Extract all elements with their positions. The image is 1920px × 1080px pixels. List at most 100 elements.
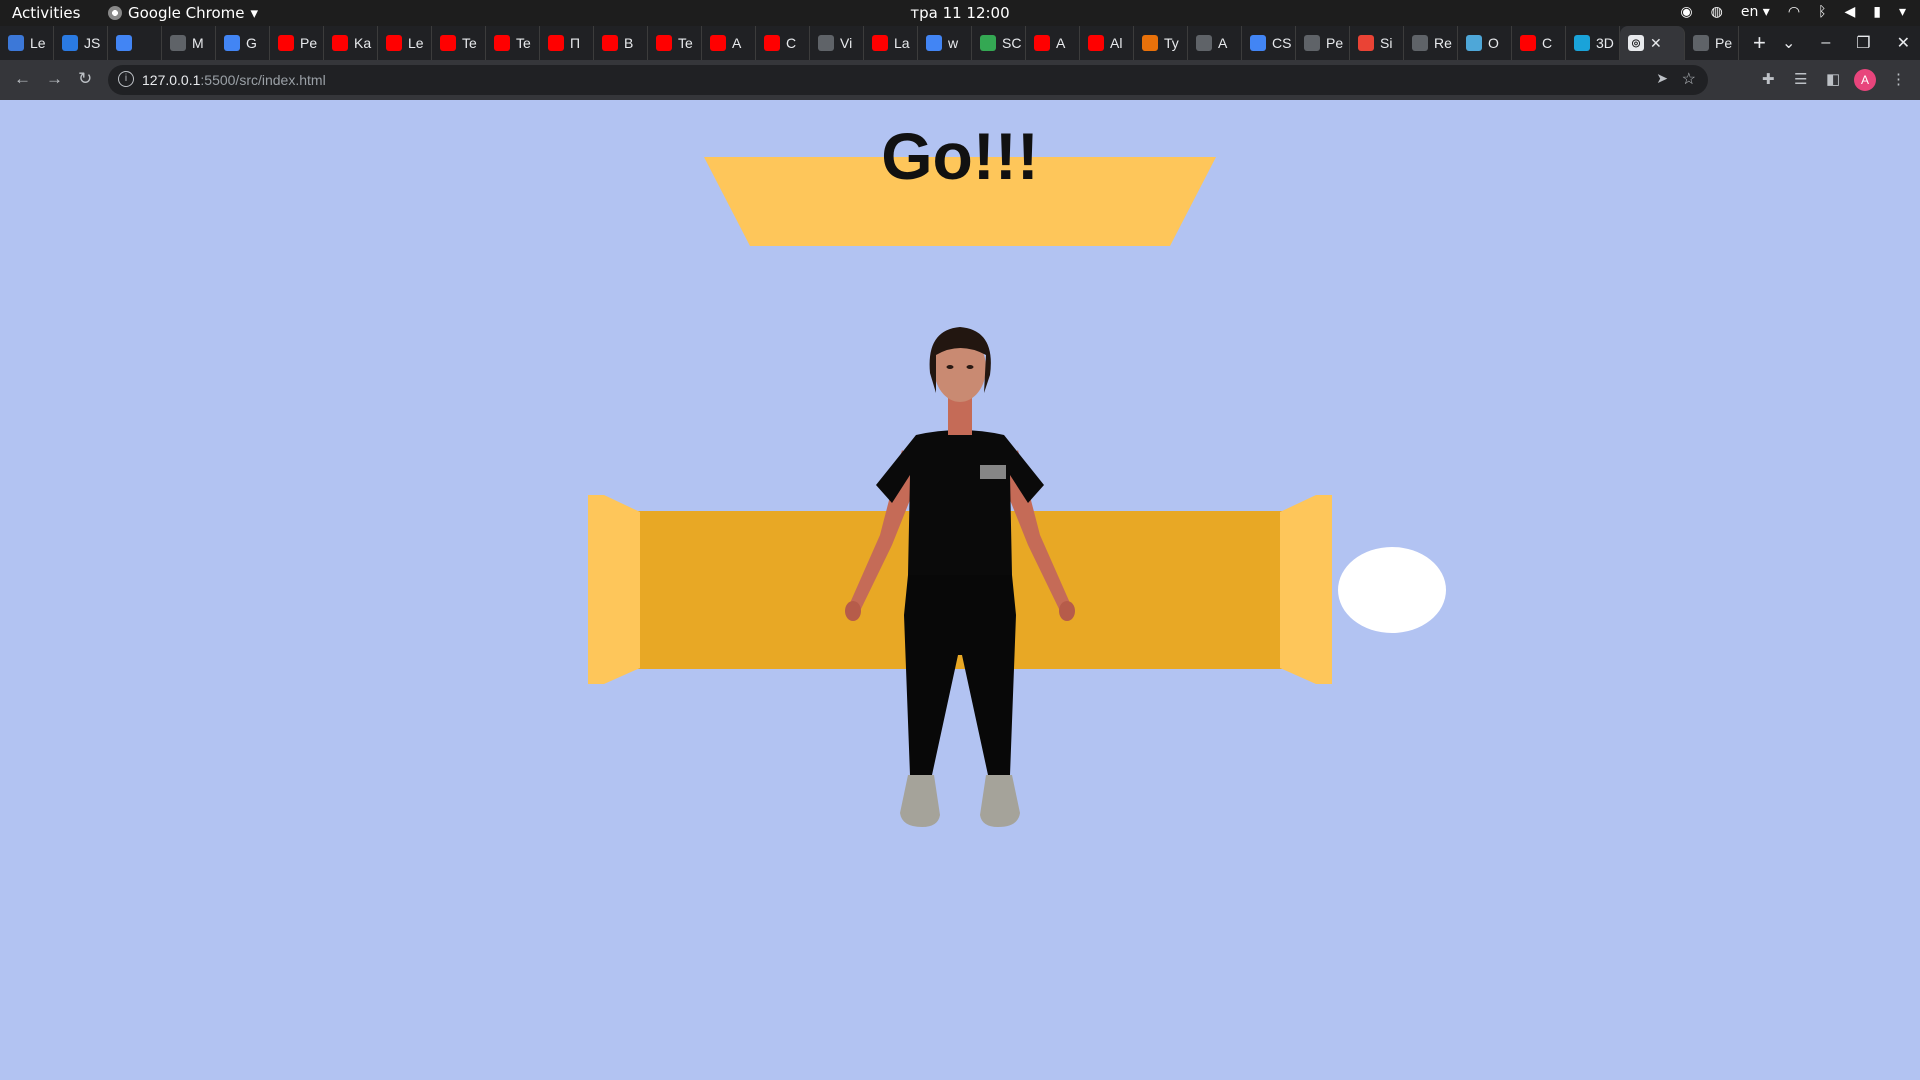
tab-title: 3D xyxy=(1596,35,1614,51)
bluetooth-icon[interactable]: ᛒ xyxy=(1818,4,1826,20)
bookmark-star-icon[interactable]: ☆ xyxy=(1682,69,1696,89)
tab-26[interactable]: Re xyxy=(1404,26,1458,60)
threejs-icon xyxy=(1574,35,1590,51)
tab-title: Ka xyxy=(354,35,372,51)
status-text: Go!!! xyxy=(881,119,1039,193)
tab-28[interactable]: C xyxy=(1512,26,1566,60)
t-icon xyxy=(1142,35,1158,51)
tab-16[interactable]: La xyxy=(864,26,918,60)
tab-19[interactable]: A xyxy=(1026,26,1080,60)
tab-title: П xyxy=(570,35,581,51)
tab-5[interactable]: Pe xyxy=(270,26,324,60)
extensions-icon[interactable]: ✚ xyxy=(1762,70,1775,88)
address-bar[interactable]: i 127.0.0.1:5500/src/index.html ➤ ☆ xyxy=(108,65,1708,95)
close-tab-icon[interactable]: ✕ xyxy=(1650,35,1662,52)
discord-icon[interactable]: ◉ xyxy=(1680,4,1692,20)
language-indicator[interactable]: en ▾ xyxy=(1741,4,1770,20)
tab-search-icon[interactable]: ⌄ xyxy=(1782,33,1795,53)
tab-23[interactable]: CS xyxy=(1242,26,1296,60)
tab-12[interactable]: Te xyxy=(648,26,702,60)
tab-title: w xyxy=(948,35,959,51)
tab-9[interactable]: Te xyxy=(486,26,540,60)
restore-icon[interactable]: ❐ xyxy=(1856,33,1870,53)
tab-20[interactable]: Al xyxy=(1080,26,1134,60)
youtube-icon xyxy=(764,35,780,51)
system-tray[interactable]: ◉ ◍ en ▾ ◠ ᛒ ◀ ▮ ▾ xyxy=(1680,4,1906,20)
active-tab[interactable]: ◎ ✕ xyxy=(1620,26,1685,60)
tab-7[interactable]: Le xyxy=(378,26,432,60)
youtube-icon xyxy=(1520,35,1536,51)
tab-title: Al xyxy=(1110,35,1123,51)
tab-17[interactable]: w xyxy=(918,26,972,60)
close-window-icon[interactable]: ✕ xyxy=(1897,33,1910,53)
profile-avatar[interactable]: A xyxy=(1854,69,1876,91)
tab-18[interactable]: SC xyxy=(972,26,1026,60)
tab-13[interactable]: A xyxy=(702,26,756,60)
tab-22[interactable]: A xyxy=(1188,26,1242,60)
tab-title: Te xyxy=(462,35,477,51)
tab-6[interactable]: Ka xyxy=(324,26,378,60)
tab-title: Re xyxy=(1434,35,1452,51)
tab-14[interactable]: C xyxy=(756,26,810,60)
right-hand xyxy=(1059,601,1075,621)
keyboard-icon xyxy=(1412,35,1428,51)
activities-button[interactable]: Activities xyxy=(12,4,80,22)
m-icon xyxy=(1196,35,1212,51)
reload-icon[interactable]: ↻ xyxy=(78,69,92,89)
tab-15[interactable]: Vi xyxy=(810,26,864,60)
tab-0[interactable]: Le xyxy=(0,26,54,60)
google-icon xyxy=(116,35,132,51)
forward-icon[interactable]: → xyxy=(46,69,63,89)
minimize-icon[interactable]: – xyxy=(1821,34,1830,52)
globe-icon[interactable]: ◍ xyxy=(1711,4,1723,20)
track-right-cap xyxy=(1280,495,1332,684)
reading-list-icon[interactable]: ☰ xyxy=(1794,70,1807,88)
gmail-icon xyxy=(1358,35,1374,51)
url-text[interactable]: 127.0.0.1:5500/src/index.html xyxy=(142,72,326,88)
tab-1[interactable]: JS xyxy=(54,26,108,60)
battery-icon[interactable]: ▮ xyxy=(1873,4,1881,20)
tabs-container: Le JS M G Pe Ka Le Te Te П B Te A C Vi La w SC A Al Ty A CS Pe S… xyxy=(0,26,1620,60)
send-icon[interactable]: ➤ xyxy=(1656,70,1668,87)
menu-kebab-icon[interactable]: ⋮ xyxy=(1891,70,1906,88)
back-icon[interactable]: ← xyxy=(14,69,31,89)
tab-25[interactable]: Si xyxy=(1350,26,1404,60)
globe-icon: ◎ xyxy=(1628,35,1644,51)
tab-8[interactable]: Te xyxy=(432,26,486,60)
tab-27[interactable]: O xyxy=(1458,26,1512,60)
tab-after-0[interactable]: Pe xyxy=(1685,26,1739,60)
tab-29[interactable]: 3D xyxy=(1566,26,1620,60)
app-menu[interactable]: Google Chrome ▾ xyxy=(108,4,258,22)
player-character xyxy=(845,327,1075,827)
tab-title: B xyxy=(624,35,634,51)
new-tab-button[interactable]: + xyxy=(1753,30,1766,56)
tab-21[interactable]: Ty xyxy=(1134,26,1188,60)
shirt-print xyxy=(980,465,1006,479)
tab-2[interactable] xyxy=(108,26,162,60)
tab-10[interactable]: П xyxy=(540,26,594,60)
tab-title: G xyxy=(246,35,257,51)
youtube-icon xyxy=(1034,35,1050,51)
tab-title: Vi xyxy=(840,35,853,51)
volume-icon[interactable]: ◀ xyxy=(1844,4,1855,20)
github-icon xyxy=(1693,35,1709,51)
side-panel-icon[interactable]: ◧ xyxy=(1826,70,1840,88)
wifi-icon[interactable]: ◠ xyxy=(1788,4,1800,20)
tab-title: O xyxy=(1488,35,1499,51)
info-icon[interactable]: i xyxy=(118,71,134,87)
globe-icon xyxy=(818,35,834,51)
tab-24[interactable]: Pe xyxy=(1296,26,1350,60)
stack-icon xyxy=(8,35,24,51)
chevron-down-icon[interactable]: ▾ xyxy=(1899,4,1906,20)
tab-title: Ty xyxy=(1164,35,1179,51)
youtube-icon xyxy=(332,35,348,51)
clock[interactable]: тра 11 12:00 xyxy=(910,4,1009,22)
tab-3[interactable]: M xyxy=(162,26,216,60)
left-hand xyxy=(845,601,861,621)
tab-4[interactable]: G xyxy=(216,26,270,60)
tab-title: Pe xyxy=(300,35,318,51)
system-top-bar: Activities Google Chrome ▾ тра 11 12:00 … xyxy=(0,0,1920,26)
tab-11[interactable]: B xyxy=(594,26,648,60)
tab-title: A xyxy=(732,35,742,51)
game-canvas[interactable]: Go!!! xyxy=(0,100,1920,1080)
